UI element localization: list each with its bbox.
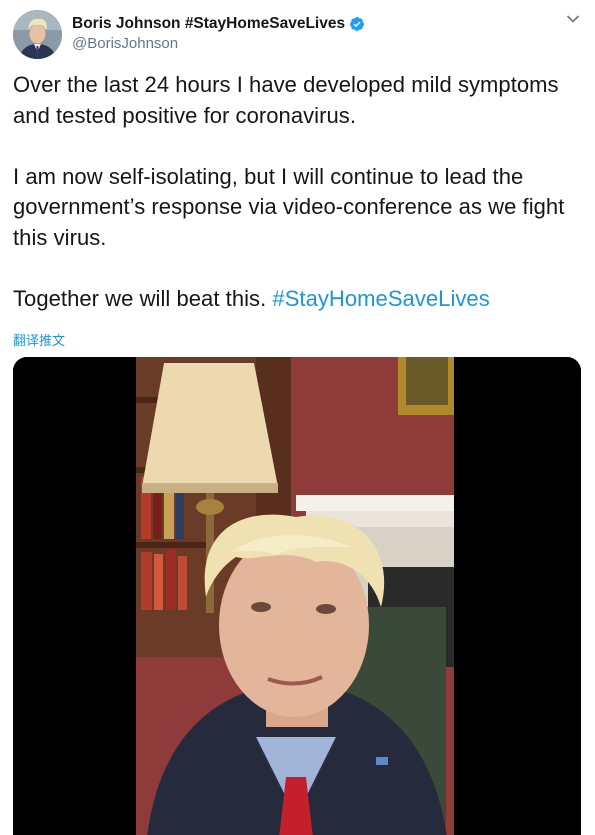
tweet-closing-text: Together we will beat this. <box>13 285 273 311</box>
tweet-paragraph: Over the last 24 hours I have developed … <box>13 72 559 128</box>
tweet-card: Boris Johnson #StayHomeSaveLives @BorisJ… <box>0 0 595 835</box>
author-name-row[interactable]: Boris Johnson #StayHomeSaveLives <box>72 14 365 34</box>
chevron-down-icon[interactable] <box>566 14 580 24</box>
tweet-text: Over the last 24 hours I have developed … <box>13 70 583 314</box>
translate-tweet-link[interactable]: 翻译推文 <box>13 330 65 349</box>
avatar[interactable] <box>13 10 62 59</box>
author-handle[interactable]: @BorisJohnson <box>72 35 178 52</box>
tweet-paragraph: I am now self-isolating, but I will cont… <box>13 163 565 250</box>
video-frame <box>13 357 581 835</box>
video-player[interactable] <box>13 357 581 835</box>
display-name[interactable]: Boris Johnson #StayHomeSaveLives <box>72 15 345 33</box>
verified-badge-icon <box>350 17 365 31</box>
tweet-paragraph: Together we will beat this. #StayHomeSav… <box>13 284 583 315</box>
hashtag-link[interactable]: #StayHomeSaveLives <box>272 286 489 311</box>
